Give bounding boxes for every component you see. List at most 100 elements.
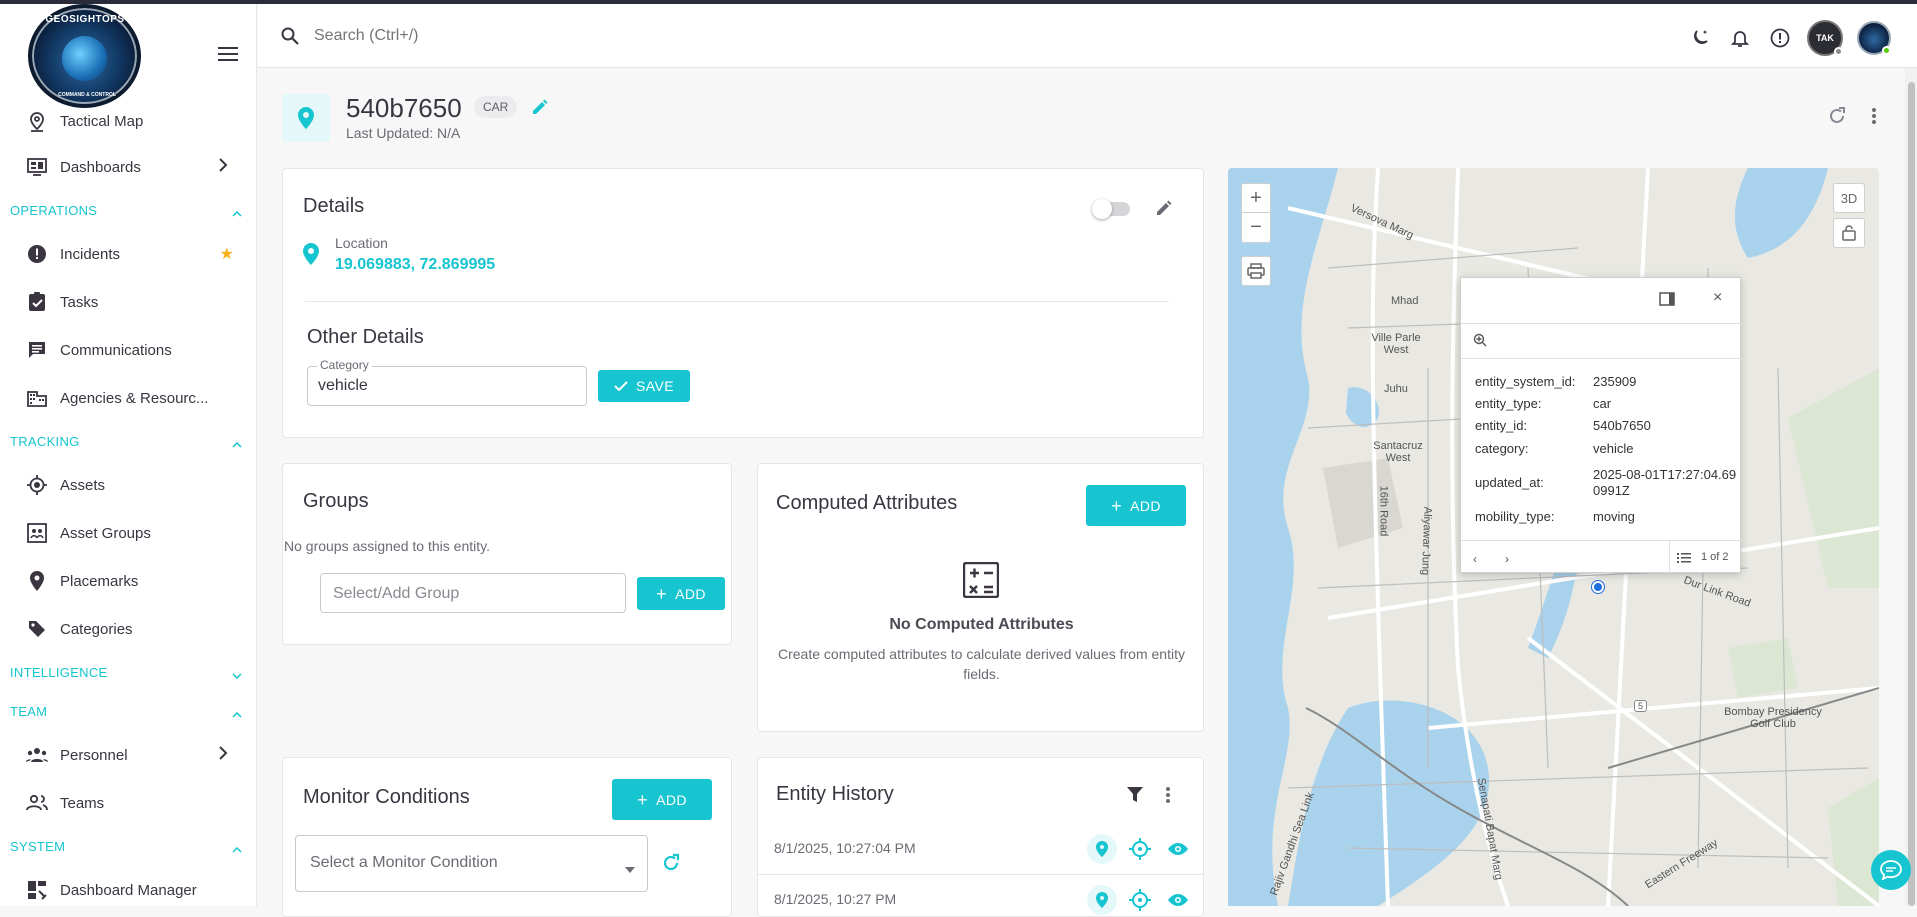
page-scrollbar-thumb[interactable] xyxy=(1908,82,1915,906)
history-row-actions xyxy=(1087,885,1193,915)
add-computed-button[interactable]: + ADD xyxy=(1086,485,1186,526)
sidebar-item-communications[interactable]: Communications xyxy=(0,326,256,374)
sidebar-item-placemarks[interactable]: Placemarks xyxy=(0,557,256,605)
list-icon[interactable] xyxy=(1677,551,1691,569)
edit-details-icon[interactable] xyxy=(1155,199,1173,222)
chevron-up-icon xyxy=(232,436,242,451)
add-group-label: ADD xyxy=(675,585,706,602)
locate-pin-icon[interactable] xyxy=(1087,834,1117,864)
dropdown-arrow-icon xyxy=(625,860,635,878)
location-value[interactable]: 19.069883, 72.869995 xyxy=(335,256,495,274)
3d-toggle-button[interactable]: 3D xyxy=(1833,183,1865,213)
section-system[interactable]: SYSTEM xyxy=(0,827,256,866)
sidebar-item-label: Asset Groups xyxy=(60,524,151,542)
tak-avatar[interactable]: TAK xyxy=(1807,20,1843,56)
sidebar-item-dashboards[interactable]: Dashboards xyxy=(0,143,256,191)
section-team[interactable]: TEAM xyxy=(0,692,256,731)
section-tracking[interactable]: TRACKING xyxy=(0,422,256,461)
map-label: 16th Road xyxy=(1377,485,1390,537)
section-intelligence[interactable]: INTELLIGENCE xyxy=(0,653,256,692)
entity-icon-box xyxy=(282,94,330,142)
user-avatar[interactable] xyxy=(1857,21,1891,55)
sidebar-item-label: Dashboard Manager xyxy=(60,881,197,899)
next-icon[interactable]: › xyxy=(1505,552,1509,566)
dock-panel-icon[interactable] xyxy=(1659,292,1675,311)
group-box-icon xyxy=(26,522,48,544)
location-label: Location xyxy=(335,235,388,251)
popup-divider xyxy=(1669,540,1670,573)
header-actions xyxy=(1827,106,1877,131)
sidebar-item-label: Incidents xyxy=(60,245,121,263)
chat-button[interactable] xyxy=(1871,850,1911,890)
sidebar-item-incidents[interactable]: Incidents ★ xyxy=(0,230,256,278)
refresh-monitor-icon[interactable] xyxy=(661,853,681,878)
monitor-condition-select[interactable]: Select a Monitor Condition xyxy=(295,835,648,892)
sidebar-nav: Tactical Map Dashboards OPERATIONS Incid… xyxy=(0,100,256,914)
details-toggle[interactable] xyxy=(1092,199,1130,219)
computed-empty-desc: Create computed attributes to calculate … xyxy=(778,646,1185,682)
add-group-button[interactable]: + ADD xyxy=(637,577,725,610)
eye-icon[interactable] xyxy=(1163,885,1193,915)
history-row-actions xyxy=(1087,834,1193,864)
sidebar-item-personnel[interactable]: Personnel xyxy=(0,731,256,779)
section-operations[interactable]: OPERATIONS xyxy=(0,191,256,230)
section-title: OPERATIONS xyxy=(10,203,98,218)
dark-mode-icon[interactable] xyxy=(1687,25,1713,51)
sidebar-item-tactical-map[interactable]: Tactical Map xyxy=(0,100,256,143)
monitor-select-placeholder: Select a Monitor Condition xyxy=(310,854,498,871)
edit-title-icon[interactable] xyxy=(531,98,549,121)
sidebar-item-label: Communications xyxy=(60,341,172,359)
zoom-to-icon[interactable] xyxy=(1473,333,1487,352)
sidebar-item-teams[interactable]: Teams xyxy=(0,779,256,827)
more-vert-icon[interactable] xyxy=(1165,785,1171,810)
sidebar-item-label: Tasks xyxy=(60,293,99,311)
brand-logo[interactable]: GEOSIGHTOPS COMMAND & CONTROL xyxy=(28,4,141,108)
search-input[interactable] xyxy=(314,22,814,50)
group-select[interactable]: Select/Add Group xyxy=(320,573,626,613)
prev-icon[interactable]: ‹ xyxy=(1473,552,1477,566)
filter-icon[interactable] xyxy=(1126,786,1144,809)
zoom-in-icon[interactable]: + xyxy=(1241,184,1271,214)
compass-lock-icon[interactable] xyxy=(1833,218,1865,248)
star-icon[interactable]: ★ xyxy=(220,244,234,264)
sidebar-item-categories[interactable]: Categories xyxy=(0,605,256,653)
crosshair-icon[interactable] xyxy=(1125,834,1155,864)
online-status-dot xyxy=(1882,46,1891,55)
eye-icon[interactable] xyxy=(1163,834,1193,864)
save-button[interactable]: SAVE xyxy=(598,370,690,402)
zoom-out-icon[interactable]: − xyxy=(1241,213,1271,242)
chevron-up-icon xyxy=(232,205,242,220)
history-row[interactable]: 8/1/2025, 10:27:04 PM xyxy=(758,824,1203,875)
category-field[interactable]: vehicle xyxy=(307,366,587,406)
section-title: SYSTEM xyxy=(10,839,66,854)
crosshair-icon[interactable] xyxy=(1125,885,1155,915)
alert-circle-icon xyxy=(26,243,48,265)
print-icon[interactable] xyxy=(1241,256,1271,286)
sidebar-item-assets[interactable]: Assets xyxy=(0,461,256,509)
save-button-label: SAVE xyxy=(636,378,674,394)
refresh-icon[interactable] xyxy=(1827,106,1847,131)
sidebar-item-agencies[interactable]: Agencies & Resourc... xyxy=(0,374,256,422)
sidebar-item-dashboard-manager[interactable]: Dashboard Manager xyxy=(0,866,256,914)
entity-marker[interactable] xyxy=(1592,581,1604,593)
map-label: Santacruz West xyxy=(1373,440,1423,464)
map-label: Mhad xyxy=(1391,295,1419,307)
sidebar-item-asset-groups[interactable]: Asset Groups xyxy=(0,509,256,557)
bell-icon[interactable] xyxy=(1727,25,1753,51)
chat-bubble-icon xyxy=(1880,860,1902,880)
pin-icon xyxy=(26,570,48,592)
entity-map[interactable]: Versova Marg Mhad Ville Parle West Juhu … xyxy=(1228,168,1879,906)
info-icon[interactable] xyxy=(1767,25,1793,51)
popup-value: vehicle xyxy=(1593,441,1634,456)
sidebar-item-label: Agencies & Resourc... xyxy=(60,389,209,407)
status-dot xyxy=(1834,47,1843,56)
entity-history-card: Entity History 8/1/2025, 10:27:04 PM 8/1… xyxy=(757,757,1204,917)
more-vert-icon[interactable] xyxy=(1871,106,1877,131)
hamburger-menu-icon[interactable] xyxy=(218,46,238,67)
popup-divider xyxy=(1461,323,1742,324)
close-icon[interactable]: × xyxy=(1713,289,1722,307)
locate-pin-icon[interactable] xyxy=(1087,885,1117,915)
add-monitor-button[interactable]: + ADD xyxy=(612,779,712,820)
history-row[interactable]: 8/1/2025, 10:27 PM xyxy=(758,875,1203,916)
sidebar-item-tasks[interactable]: Tasks xyxy=(0,278,256,326)
